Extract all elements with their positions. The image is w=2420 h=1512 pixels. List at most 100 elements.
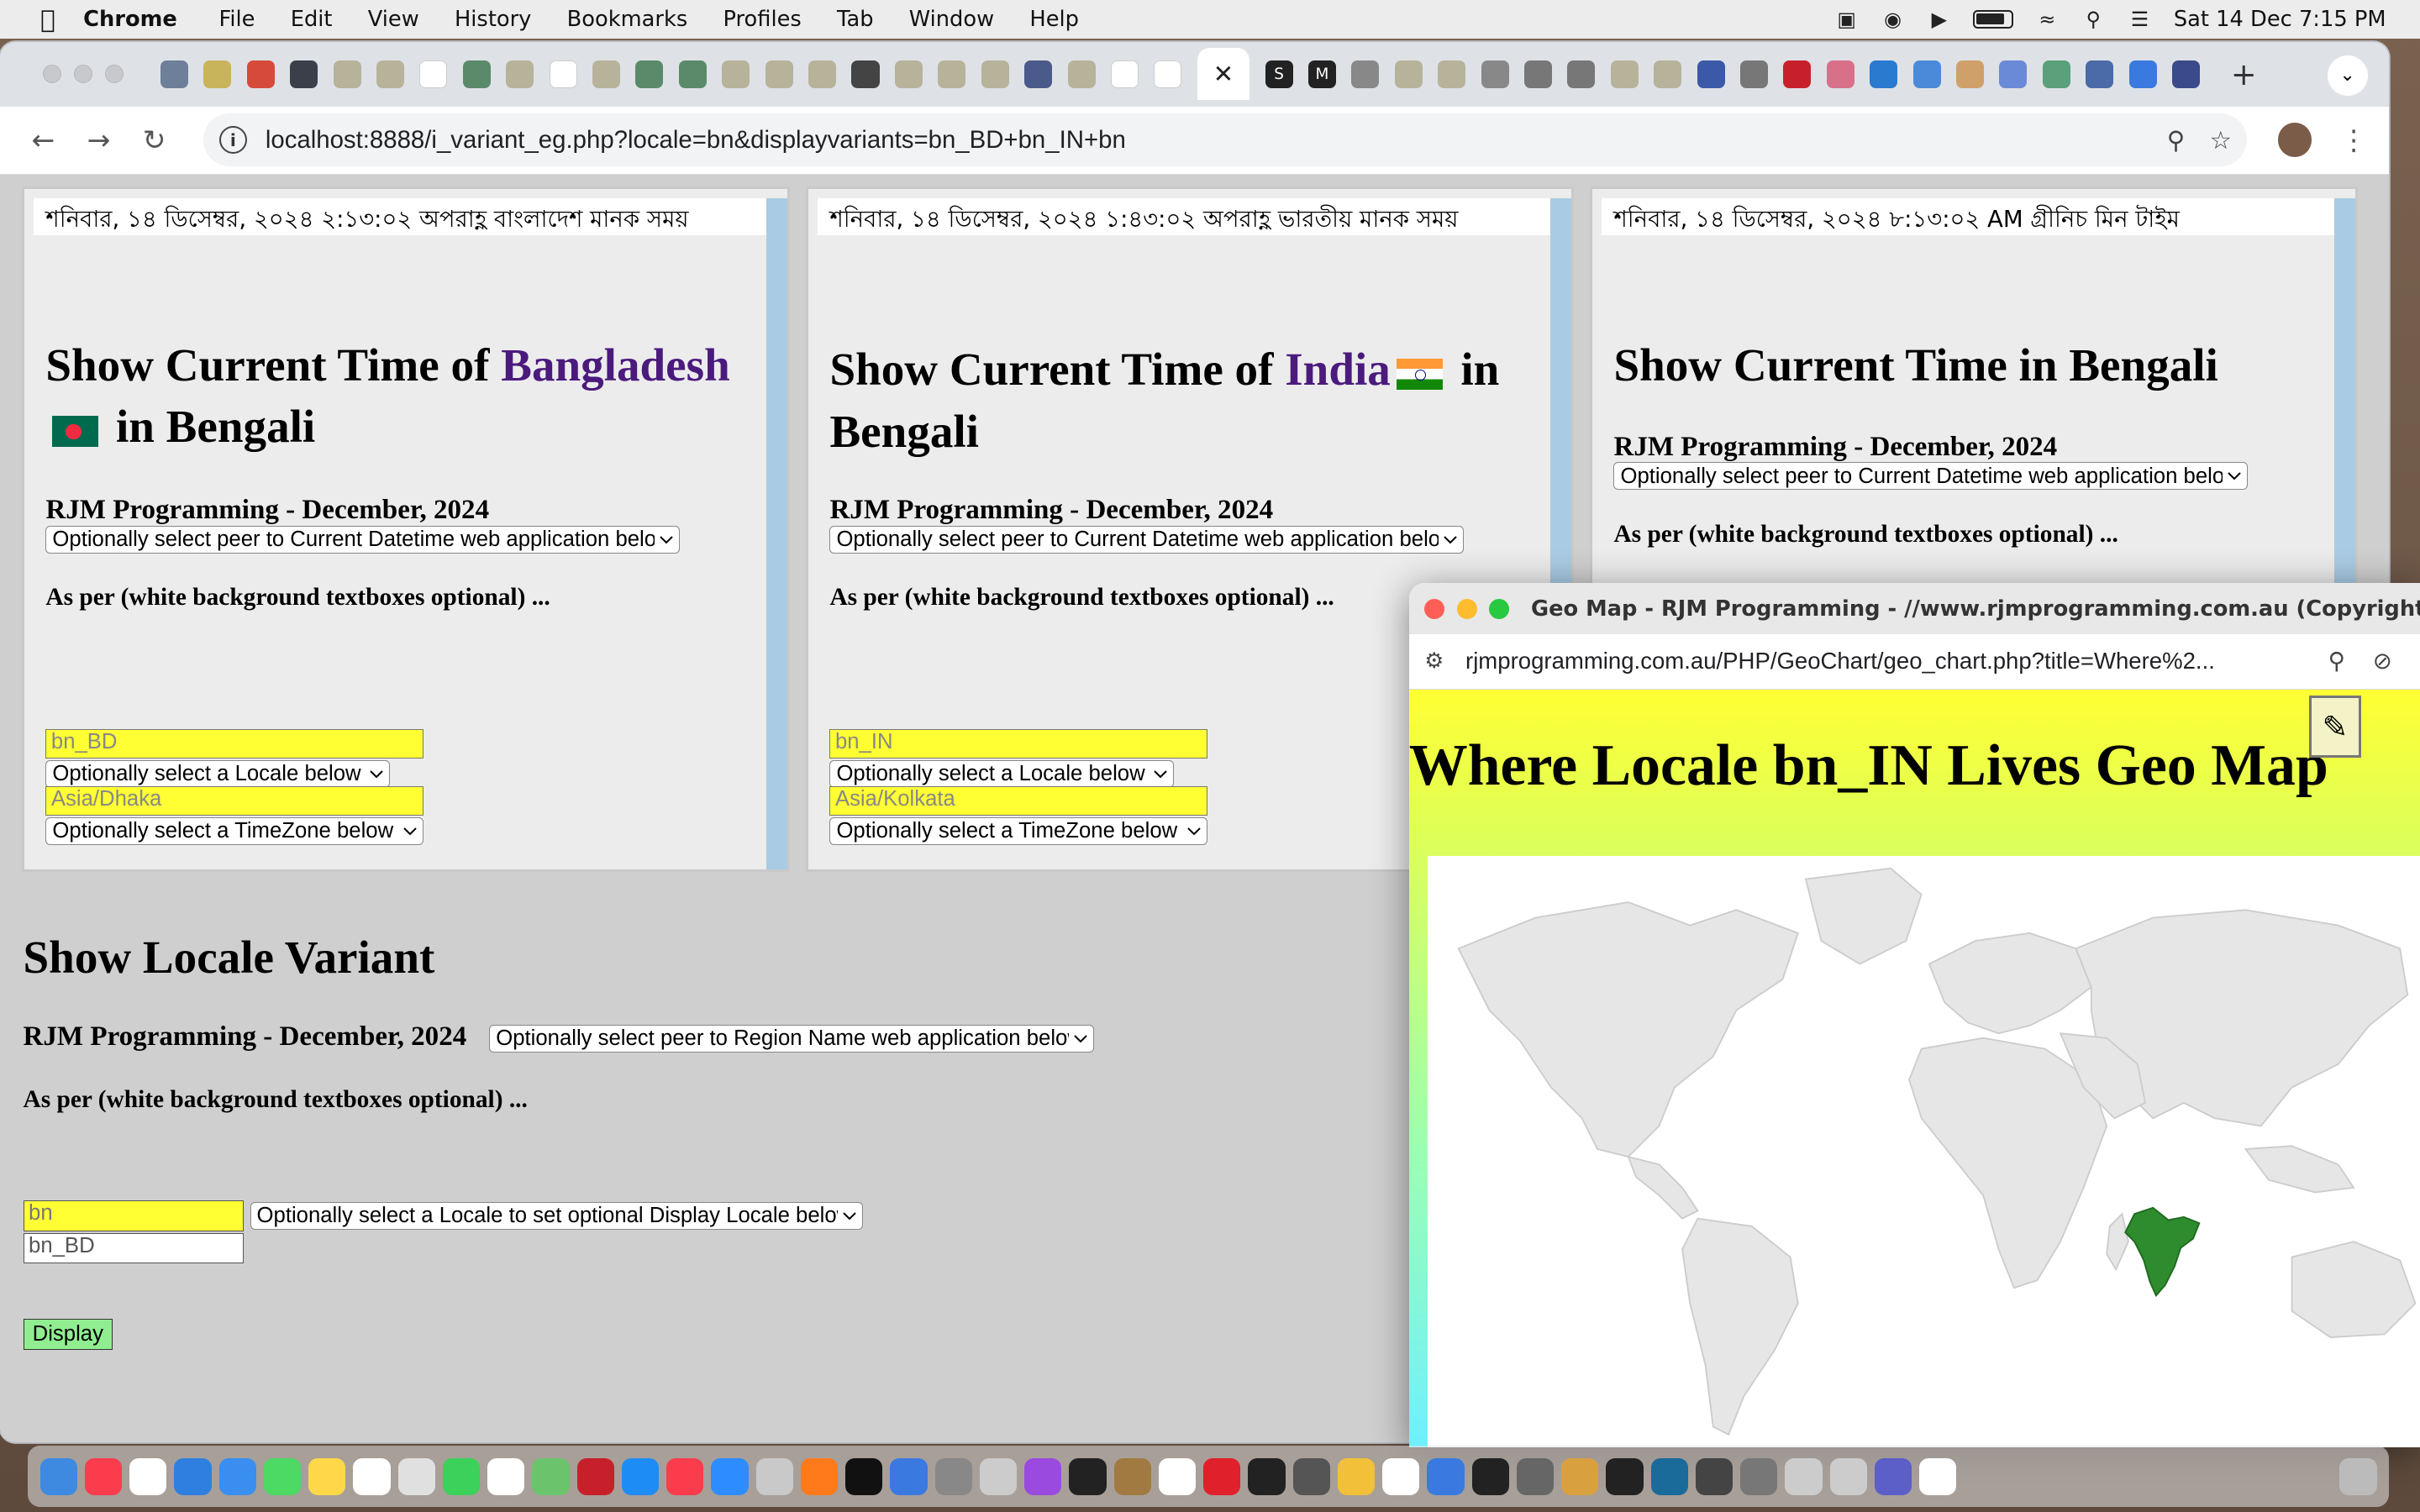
locale-select[interactable]: Optionally select a Locale below ... <box>45 759 390 788</box>
menu-view[interactable]: View <box>368 7 419 32</box>
apple-icon[interactable]:  <box>34 5 61 34</box>
tab-favicon[interactable] <box>1783 60 1812 88</box>
zoom-app-icon[interactable] <box>711 1457 749 1495</box>
tab-favicon[interactable] <box>1351 60 1380 88</box>
menu-app-name[interactable]: Chrome <box>83 7 177 32</box>
locale-input[interactable]: bn_IN <box>829 729 1208 759</box>
terminal-icon[interactable] <box>1069 1457 1107 1495</box>
peer-select[interactable]: Optionally select peer to Current Dateti… <box>1613 462 2249 491</box>
tab-favicon[interactable] <box>160 60 189 88</box>
peer-select[interactable]: Optionally select peer to Current Dateti… <box>45 525 681 554</box>
chrome-icon[interactable] <box>1337 1457 1376 1495</box>
apple-tv-icon[interactable] <box>845 1457 883 1495</box>
india-highlighted-region[interactable] <box>2123 1207 2201 1298</box>
tab-favicon[interactable] <box>1826 60 1854 88</box>
north-america-region[interactable] <box>1457 901 1799 1158</box>
reminders-icon[interactable] <box>129 1457 167 1495</box>
popup-titlebar[interactable]: Geo Map - RJM Programming - //www.rjmpro… <box>1408 583 2420 634</box>
gmail-tab-icon[interactable] <box>246 60 275 88</box>
news-icon[interactable] <box>666 1457 704 1495</box>
music-icon[interactable] <box>84 1457 123 1495</box>
zoom-icon[interactable]: ⚲ <box>2167 126 2186 155</box>
tab-favicon[interactable] <box>2172 60 2201 88</box>
chrome-menu-icon[interactable]: ⋮ <box>2339 123 2367 156</box>
tab-favicon[interactable] <box>462 60 491 88</box>
popup-close-icon[interactable] <box>1424 598 1445 619</box>
southeast-asia-region[interactable] <box>2244 1145 2355 1194</box>
tab-favicon[interactable] <box>1567 60 1596 88</box>
tab-favicon[interactable]: M <box>1307 60 1336 88</box>
app-icon[interactable] <box>1427 1457 1465 1495</box>
notes-icon[interactable] <box>308 1457 346 1495</box>
region-peer-select[interactable]: Optionally select peer to Region Name we… <box>489 1024 1095 1053</box>
app-icon[interactable] <box>1829 1457 1867 1495</box>
app-store-icon[interactable] <box>621 1457 660 1495</box>
mail-icon[interactable] <box>218 1457 256 1495</box>
menu-window[interactable]: Window <box>909 7 994 32</box>
safari-icon[interactable] <box>174 1457 212 1495</box>
bookmark-star-icon[interactable]: ☆ <box>2210 126 2232 155</box>
menu-profiles[interactable]: Profiles <box>723 7 801 32</box>
app-icon[interactable] <box>1650 1457 1688 1495</box>
central-america-region[interactable] <box>1627 1156 1699 1221</box>
bbedit-icon[interactable] <box>979 1457 1018 1495</box>
filezilla-icon[interactable] <box>576 1457 614 1495</box>
maps-icon[interactable] <box>532 1457 570 1495</box>
app-icon[interactable] <box>1471 1457 1509 1495</box>
menu-tab[interactable]: Tab <box>837 7 874 32</box>
calendar-icon[interactable] <box>1158 1457 1197 1495</box>
tab-favicon[interactable] <box>290 60 318 88</box>
forward-icon[interactable]: → <box>77 118 120 161</box>
messages-icon[interactable] <box>263 1457 302 1495</box>
calculator-icon[interactable] <box>1292 1457 1330 1495</box>
timezone-input[interactable]: Asia/Dhaka <box>45 786 424 816</box>
tab-favicon[interactable] <box>1438 60 1466 88</box>
document-icon[interactable] <box>1382 1457 1420 1495</box>
system-info-icon[interactable] <box>934 1457 972 1495</box>
menu-file[interactable]: File <box>218 7 255 32</box>
tab-favicon[interactable] <box>678 60 707 88</box>
terminal2-icon[interactable] <box>1248 1457 1286 1495</box>
address-url[interactable]: localhost:8888/i_variant_eg.php?locale=b… <box>266 126 2142 155</box>
tab-favicon[interactable] <box>2086 60 2114 88</box>
finder-icon[interactable] <box>39 1457 77 1495</box>
tab-favicon[interactable] <box>1024 60 1053 88</box>
timezone-input[interactable]: Asia/Kolkata <box>829 786 1208 816</box>
display-locale-input[interactable]: bn_BD <box>23 1232 245 1264</box>
notepad-edit-icon[interactable]: ✎ <box>2308 696 2362 758</box>
tab-favicon[interactable] <box>1481 60 1509 88</box>
tab-favicon[interactable] <box>1956 60 1985 88</box>
app-icon[interactable] <box>1785 1457 1823 1495</box>
tab-favicon[interactable] <box>722 60 750 88</box>
australia-region[interactable] <box>2291 1241 2417 1339</box>
teams-icon[interactable] <box>1874 1457 1912 1495</box>
archive-icon[interactable] <box>1113 1457 1151 1495</box>
freeform-icon[interactable] <box>353 1457 391 1495</box>
maximize-window-icon[interactable] <box>104 65 124 84</box>
south-america-region[interactable] <box>1681 1217 1799 1436</box>
tab-favicon[interactable] <box>1654 60 1682 88</box>
address-bar[interactable]: i localhost:8888/i_variant_eg.php?locale… <box>203 113 2248 166</box>
site-settings-icon[interactable]: ⚙ <box>1424 648 1444 674</box>
popup-maximize-icon[interactable] <box>1489 598 1510 619</box>
reload-icon[interactable]: ↻ <box>133 118 176 161</box>
country-link[interactable]: India <box>1285 344 1391 395</box>
profile-avatar[interactable] <box>2278 123 2312 157</box>
trash-icon[interactable] <box>2339 1457 2377 1495</box>
app-icon[interactable] <box>1561 1457 1599 1495</box>
teams-status-icon[interactable]: ▣ <box>1834 8 1859 31</box>
tab-favicon[interactable] <box>894 60 923 88</box>
tab-search-chevron-icon[interactable]: ⌄ <box>2327 55 2368 96</box>
site-info-icon[interactable]: i <box>218 126 247 155</box>
xcode-icon[interactable] <box>890 1457 928 1495</box>
timezone-select[interactable]: Optionally select a TimeZone below ... <box>829 816 1208 845</box>
zoom-icon[interactable]: ⚲ <box>2328 648 2345 675</box>
app-icon[interactable] <box>1740 1457 1778 1495</box>
europe-region[interactable] <box>1928 932 2092 1035</box>
opera-icon[interactable] <box>1203 1457 1241 1495</box>
locale-select[interactable]: Optionally select a Locale below ... <box>829 759 1175 788</box>
tab-favicon[interactable] <box>1697 60 1725 88</box>
tab-favicon[interactable] <box>1739 60 1769 88</box>
madagascar-region[interactable] <box>2106 1212 2129 1272</box>
tab-favicon[interactable] <box>506 60 534 88</box>
